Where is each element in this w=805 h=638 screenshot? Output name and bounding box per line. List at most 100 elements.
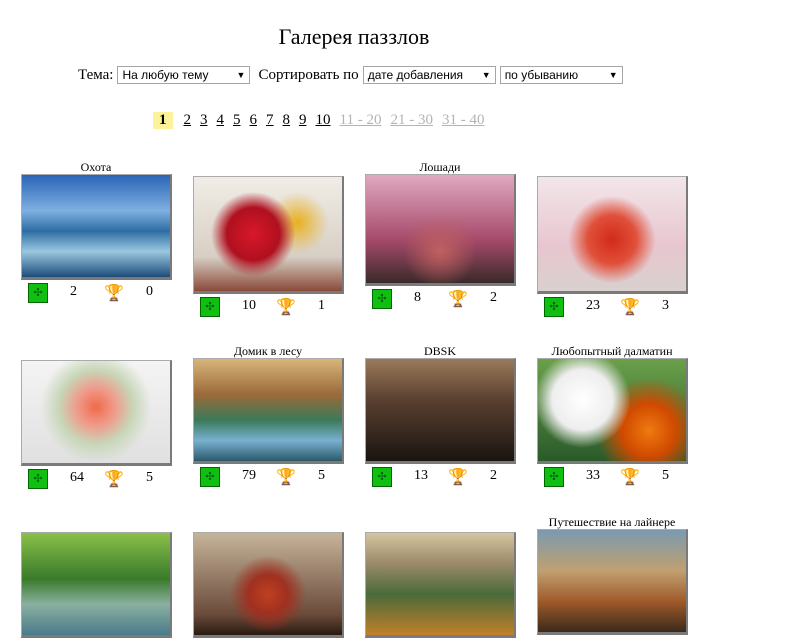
item-caption: [364, 518, 516, 532]
gallery-filters: Тема: На любую тему ▼ Сортировать по дат…: [78, 66, 623, 84]
wins-count: 2: [490, 290, 497, 305]
gallery-item: Лошади ✣ 8 🏆 2: [364, 160, 516, 311]
page-link[interactable]: 6: [250, 112, 258, 129]
sort-label: Сортировать по: [258, 66, 359, 83]
trophy-icon[interactable]: 🏆: [104, 283, 124, 303]
trophy-icon[interactable]: 🏆: [620, 297, 640, 317]
pieces-count: 8: [414, 290, 421, 305]
puzzle-piece-icon[interactable]: ✣: [200, 467, 220, 487]
puzzle-thumbnail[interactable]: [20, 174, 172, 280]
puzzle-thumbnail[interactable]: [20, 532, 172, 638]
page-link[interactable]: 10: [316, 112, 331, 129]
puzzle-thumbnail[interactable]: [192, 176, 344, 294]
puzzle-piece-icon[interactable]: ✣: [28, 469, 48, 489]
page-link[interactable]: 8: [283, 112, 291, 129]
gallery-item: Домик в лесу ✣ 79 🏆 5: [192, 344, 344, 489]
gallery-item: [20, 518, 172, 638]
item-caption: Охота: [80, 160, 112, 174]
puzzle-thumbnail[interactable]: [536, 529, 688, 635]
wins-count: 5: [662, 468, 669, 483]
wins-count: 3: [662, 298, 669, 313]
trophy-icon[interactable]: 🏆: [276, 467, 296, 487]
wins-count: 5: [318, 468, 325, 483]
trophy-icon[interactable]: 🏆: [620, 467, 640, 487]
pieces-count: 13: [414, 468, 428, 483]
page-range-link[interactable]: 31 - 40: [442, 112, 485, 129]
gallery-item: ✣ 10 🏆 1: [192, 162, 344, 319]
gallery-item: [364, 518, 516, 638]
item-stats: ✣ 79 🏆 5: [192, 467, 344, 489]
puzzle-thumbnail[interactable]: [192, 358, 344, 464]
item-caption: [20, 518, 172, 532]
theme-select-value: На любую тему: [122, 68, 209, 82]
theme-select[interactable]: На любую тему ▼: [117, 66, 251, 84]
item-caption: [20, 346, 172, 360]
item-stats: ✣ 10 🏆 1: [192, 297, 344, 319]
puzzle-thumbnail[interactable]: [536, 176, 688, 294]
pieces-count: 23: [586, 298, 600, 313]
item-caption: Домик в лесу: [233, 344, 303, 358]
page-link[interactable]: 4: [217, 112, 225, 129]
page-title: Галерея паззлов: [278, 24, 430, 49]
item-caption: Путешествие на лайнере: [548, 515, 676, 529]
page-current: 1: [153, 112, 173, 129]
wins-count: 5: [146, 470, 153, 485]
wins-count: 2: [490, 468, 497, 483]
page-link[interactable]: 5: [233, 112, 241, 129]
gallery-item: Охота ✣ 2 🏆 0: [20, 160, 172, 305]
page-range-link[interactable]: 11 - 20: [340, 112, 382, 129]
puzzle-piece-icon[interactable]: ✣: [28, 283, 48, 303]
puzzle-thumbnail[interactable]: [20, 360, 172, 466]
pieces-count: 2: [70, 284, 77, 299]
puzzle-thumbnail[interactable]: [364, 532, 516, 638]
item-caption: Любопытный далматин: [551, 344, 673, 358]
theme-label: Тема:: [78, 66, 114, 83]
item-caption: [192, 162, 344, 176]
gallery-item: Путешествие на лайнере: [536, 515, 688, 635]
page-link[interactable]: 7: [266, 112, 274, 129]
pieces-count: 64: [70, 470, 84, 485]
trophy-icon[interactable]: 🏆: [448, 289, 468, 309]
wins-count: 1: [318, 298, 325, 313]
page-link[interactable]: 2: [184, 112, 192, 129]
item-caption: [536, 162, 688, 176]
item-stats: ✣ 2 🏆 0: [20, 283, 172, 305]
sort-order-select[interactable]: по убыванию ▼: [499, 66, 623, 84]
dropdown-arrow-icon: ▼: [236, 70, 246, 80]
puzzle-piece-icon[interactable]: ✣: [200, 297, 220, 317]
trophy-icon[interactable]: 🏆: [448, 467, 468, 487]
dropdown-arrow-icon: ▼: [481, 70, 491, 80]
item-stats: ✣ 8 🏆 2: [364, 289, 516, 311]
puzzle-thumbnail[interactable]: [364, 174, 516, 286]
dropdown-arrow-icon: ▼: [608, 70, 618, 80]
puzzle-piece-icon[interactable]: ✣: [544, 297, 564, 317]
gallery-item: Любопытный далматин ✣ 33 🏆 5: [536, 344, 688, 489]
gallery-item: ✣ 64 🏆 5: [20, 346, 172, 491]
item-caption: DBSK: [423, 344, 456, 358]
puzzle-thumbnail[interactable]: [536, 358, 688, 464]
sort-order-value: по убыванию: [504, 68, 579, 82]
puzzle-piece-icon[interactable]: ✣: [544, 467, 564, 487]
trophy-icon[interactable]: 🏆: [104, 469, 124, 489]
sort-by-value: дате добавления: [367, 68, 464, 82]
pagination: 1 2 3 4 5 6 7 8 9 10 11 - 20 21 - 30 31 …: [153, 112, 493, 129]
puzzle-piece-icon[interactable]: ✣: [372, 467, 392, 487]
pieces-count: 33: [586, 468, 600, 483]
pieces-count: 79: [242, 468, 256, 483]
pieces-count: 10: [242, 298, 256, 313]
item-stats: ✣ 33 🏆 5: [536, 467, 688, 489]
puzzle-piece-icon[interactable]: ✣: [372, 289, 392, 309]
item-stats: ✣ 23 🏆 3: [536, 297, 688, 319]
gallery-item: [192, 518, 344, 638]
item-stats: ✣ 64 🏆 5: [20, 469, 172, 491]
puzzle-thumbnail[interactable]: [192, 532, 344, 638]
gallery-item: ✣ 23 🏆 3: [536, 162, 688, 319]
puzzle-thumbnail[interactable]: [364, 358, 516, 464]
item-stats: ✣ 13 🏆 2: [364, 467, 516, 489]
page-link[interactable]: 3: [200, 112, 208, 129]
page-link[interactable]: 9: [299, 112, 307, 129]
gallery-item: DBSK ✣ 13 🏆 2: [364, 344, 516, 489]
page-range-link[interactable]: 21 - 30: [390, 112, 433, 129]
trophy-icon[interactable]: 🏆: [276, 297, 296, 317]
sort-by-select[interactable]: дате добавления ▼: [362, 66, 496, 84]
